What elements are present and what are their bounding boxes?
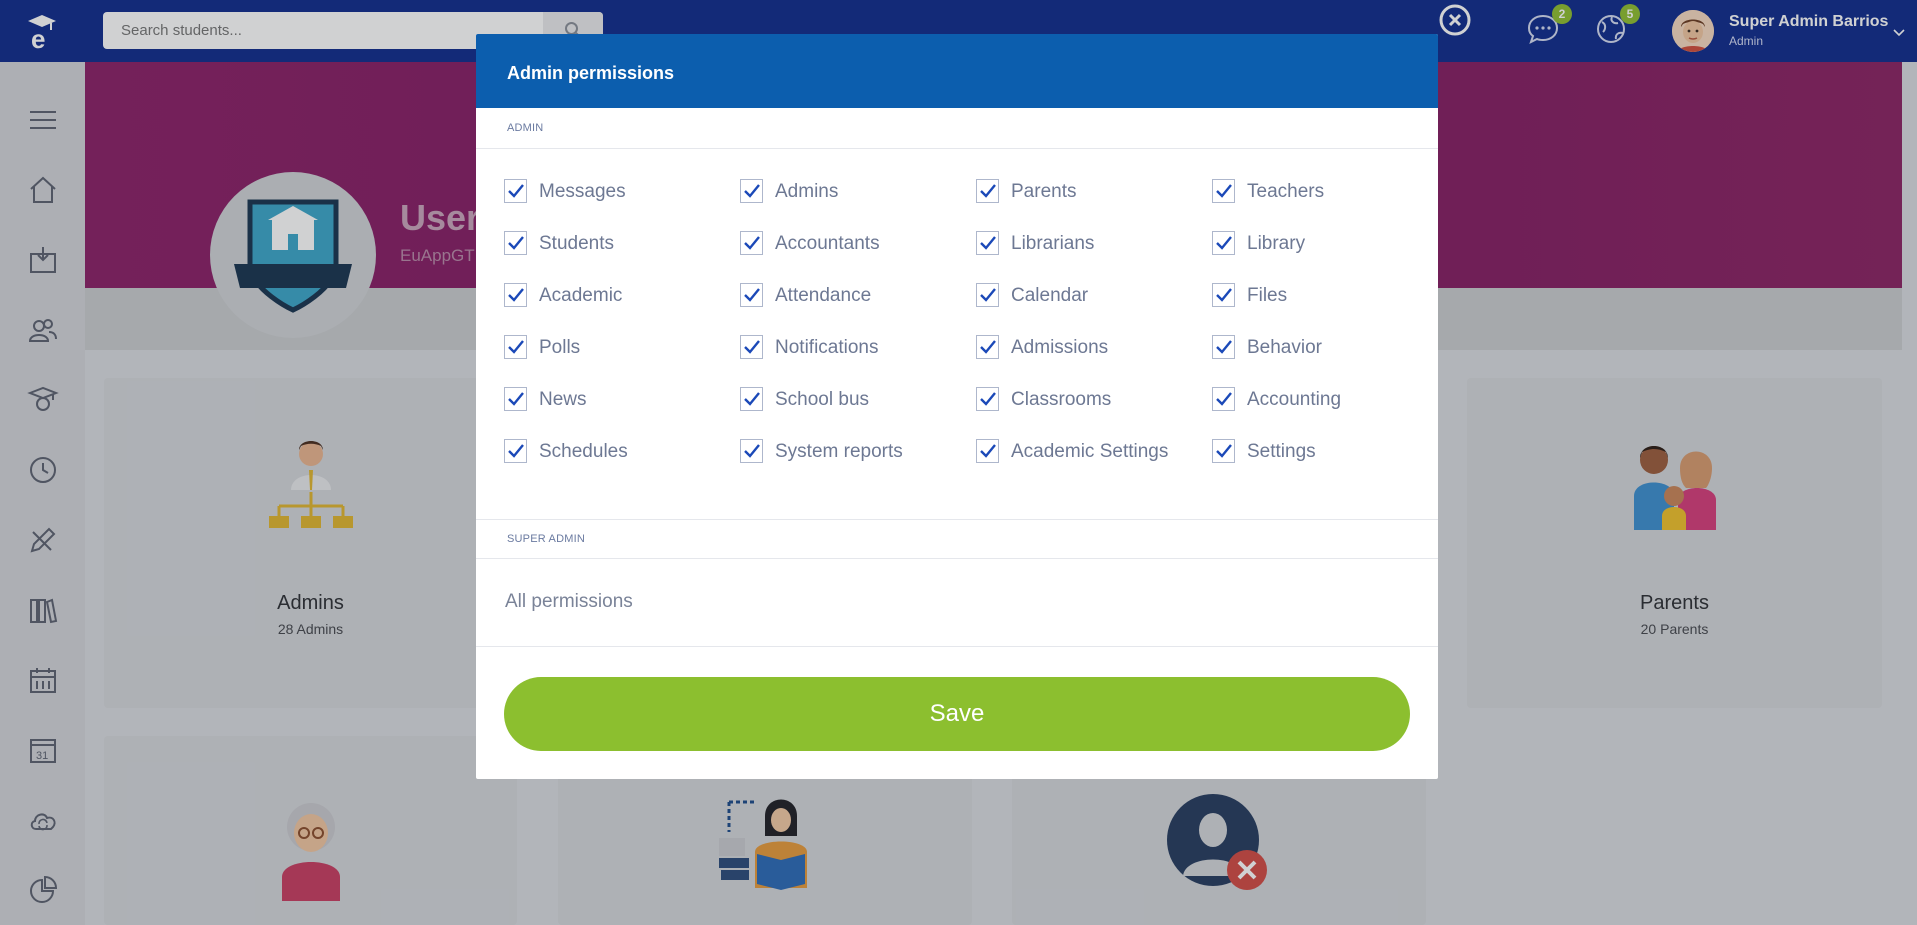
permission-checkbox[interactable]	[1212, 439, 1235, 463]
divider	[476, 519, 1438, 520]
permission-label: Academic Settings	[1011, 441, 1169, 462]
permission-checkbox[interactable]	[976, 179, 999, 203]
super-admin-section-label: SUPER ADMIN	[507, 533, 585, 545]
permission-checkbox[interactable]	[740, 231, 763, 255]
admin-permissions-modal: Admin permissions ADMIN Messages Admins Pa…	[476, 34, 1438, 779]
checkmark-icon	[744, 444, 760, 458]
checkmark-icon	[744, 184, 760, 198]
checkmark-icon	[744, 340, 760, 354]
permission-label: Calendar	[1011, 285, 1089, 306]
permission-checkbox[interactable]	[740, 283, 763, 307]
permission-checkbox[interactable]	[740, 439, 763, 463]
permission-label: School bus	[775, 389, 870, 410]
all-permissions-option[interactable]: All permissions	[505, 591, 633, 613]
save-button[interactable]: Save	[504, 677, 1410, 751]
checkmark-icon	[508, 236, 524, 250]
modal-header: Admin permissions	[476, 34, 1438, 108]
checkmark-icon	[744, 236, 760, 250]
permission-label: Notifications	[775, 337, 879, 358]
permission-label: Files	[1247, 285, 1288, 306]
permission-checkbox[interactable]	[976, 387, 999, 411]
permission-checkbox[interactable]	[976, 283, 999, 307]
checkmark-icon	[1216, 392, 1232, 406]
permission-label: Polls	[539, 337, 581, 358]
checkmark-icon	[980, 392, 996, 406]
permission-label: Academic	[539, 285, 623, 306]
permission-checkbox[interactable]	[976, 439, 999, 463]
permission-checkbox[interactable]	[740, 179, 763, 203]
permission-checkbox[interactable]	[504, 335, 527, 359]
permission-label: Accounting	[1247, 389, 1342, 410]
checkmark-icon	[980, 236, 996, 250]
permission-checkbox[interactable]	[976, 231, 999, 255]
permission-checkbox[interactable]	[504, 283, 527, 307]
permission-checkbox[interactable]	[1212, 387, 1235, 411]
permission-checkbox[interactable]	[1212, 283, 1235, 307]
divider	[476, 148, 1438, 149]
checkmark-icon	[1216, 340, 1232, 354]
permission-checkbox[interactable]	[740, 335, 763, 359]
permission-label: Library	[1247, 233, 1306, 254]
checkmark-icon	[1216, 288, 1232, 302]
permission-label: Admins	[775, 181, 839, 202]
permission-checkbox[interactable]	[976, 335, 999, 359]
permission-checkbox[interactable]	[504, 439, 527, 463]
checkmark-icon	[1216, 184, 1232, 198]
checkmark-icon	[744, 392, 760, 406]
permission-label: Messages	[539, 181, 626, 202]
checkmark-icon	[508, 340, 524, 354]
modal-title: Admin permissions	[507, 63, 675, 83]
permission-label: Admissions	[1011, 337, 1109, 358]
checkmark-icon	[508, 288, 524, 302]
divider	[476, 558, 1438, 559]
checkmark-icon	[1216, 444, 1232, 458]
permission-label: Behavior	[1247, 337, 1322, 358]
permission-label: Accountants	[775, 233, 880, 254]
checkmark-icon	[980, 288, 996, 302]
permission-checkbox[interactable]	[740, 387, 763, 411]
permission-label: Attendance	[775, 285, 872, 306]
permission-label: Schedules	[539, 441, 628, 462]
checkmark-icon	[508, 184, 524, 198]
checkmark-icon	[744, 288, 760, 302]
permission-label: News	[539, 389, 587, 410]
permission-checkbox[interactable]	[1212, 179, 1235, 203]
checkmark-icon	[980, 340, 996, 354]
checkmark-icon	[1216, 236, 1232, 250]
divider	[476, 646, 1438, 647]
permission-checkbox[interactable]	[504, 179, 527, 203]
permission-checkbox[interactable]	[1212, 335, 1235, 359]
permission-label: Students	[539, 233, 614, 254]
admin-section-label: ADMIN	[507, 122, 544, 134]
checkmark-icon	[980, 184, 996, 198]
checkmark-icon	[980, 444, 996, 458]
permission-label: System reports	[775, 441, 903, 462]
permission-checkbox[interactable]	[1212, 231, 1235, 255]
checkmark-icon	[508, 392, 524, 406]
permission-label: Librarians	[1011, 233, 1095, 254]
permission-label: Parents	[1011, 181, 1077, 202]
permission-label: Settings	[1247, 441, 1316, 462]
permission-label: Teachers	[1247, 181, 1325, 202]
permission-label: Classrooms	[1011, 389, 1112, 410]
permission-checkbox[interactable]	[504, 387, 527, 411]
permission-checkbox[interactable]	[504, 231, 527, 255]
checkmark-icon	[508, 444, 524, 458]
